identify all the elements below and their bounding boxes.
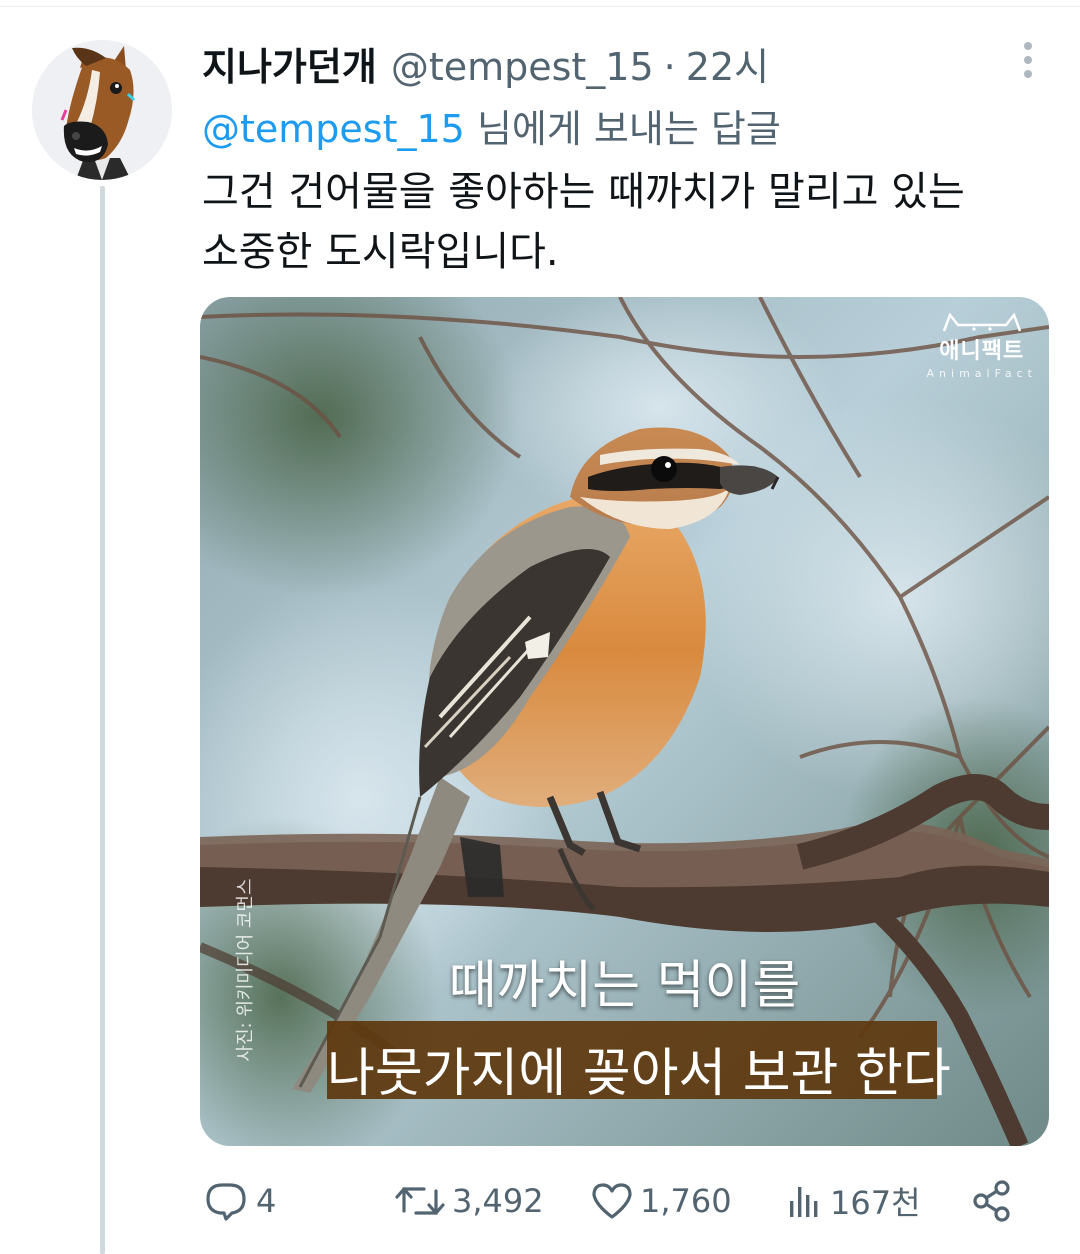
display-name[interactable]: 지나가던개 (202, 36, 377, 91)
retweet-button[interactable]: 3,492 (394, 1176, 544, 1226)
more-options-icon[interactable] (1016, 40, 1040, 80)
avatar[interactable] (32, 40, 172, 180)
user-handle[interactable]: @tempest_15 (391, 45, 654, 89)
views-button[interactable]: 167천 (784, 1176, 921, 1226)
tweet-header: 지나가던개 @tempest_15 · 22시 (202, 36, 769, 91)
timestamp[interactable]: 22시 (686, 36, 769, 91)
share-icon (973, 1180, 1010, 1222)
reply-mention-link[interactable]: @tempest_15 (202, 107, 465, 151)
separator-dot: · (663, 45, 676, 89)
thread-connector-line (100, 186, 105, 1254)
retweet-icon (395, 1187, 445, 1215)
tweet-text: 그건 건어물을 좋아하는 때까치가 말리고 있는 소중한 도시락입니다. (202, 162, 1042, 282)
reply-to-label: 님에게 보내는 답글 (464, 107, 781, 151)
retweet-count: 3,492 (452, 1182, 544, 1220)
brand-sub: AnimalFact (926, 367, 1037, 380)
shrike-photo (200, 297, 1049, 1146)
share-button[interactable] (970, 1176, 1014, 1226)
replying-to: @tempest_15 님에게 보내는 답글 (202, 98, 781, 153)
heart-icon (592, 1183, 632, 1219)
tweet-image[interactable]: 애니팩트 AnimalFact 사진: 위키미디어 코먼스 때까치는 먹이를 나… (200, 297, 1049, 1146)
views-count: 167천 (830, 1184, 921, 1222)
top-divider (0, 6, 1080, 7)
tweet-actions: 4 3,492 1,760 167천 (202, 1176, 1032, 1226)
reply-button[interactable]: 4 (202, 1176, 276, 1226)
analytics-icon (790, 1187, 818, 1217)
reply-count: 4 (256, 1182, 277, 1220)
caption-line-2: 나뭇가지에 꽂아서 보관 한다 (327, 1044, 951, 1104)
brand-name: 애니팩트 (939, 339, 1025, 364)
brand-logo: 애니팩트 AnimalFact (927, 311, 1037, 380)
cat-ears-icon (942, 312, 1021, 332)
like-button[interactable]: 1,760 (590, 1176, 732, 1226)
horse-avatar-icon (32, 40, 172, 180)
reply-icon (206, 1183, 246, 1221)
tweet-text-line: 소중한 도시락입니다. (202, 229, 559, 275)
tweet-text-line: 그건 건어물을 좋아하는 때까치가 말리고 있는 (202, 169, 965, 215)
like-count: 1,760 (640, 1182, 732, 1220)
caption-line-1: 때까치는 먹이를 (448, 956, 801, 1016)
